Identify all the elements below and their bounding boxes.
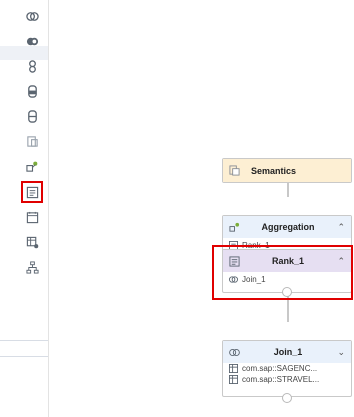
calendar-icon[interactable] — [24, 209, 40, 225]
palette-divider — [0, 356, 48, 357]
aggregation-header[interactable]: Aggregation ⌃ — [223, 216, 351, 238]
join-input-label: com.sap::STRAVEL... — [242, 375, 320, 384]
join-stack-icon[interactable] — [24, 58, 40, 74]
node-palette — [0, 0, 49, 417]
view-icon[interactable] — [24, 133, 40, 149]
hierarchy-icon[interactable] — [24, 259, 40, 275]
join-title: Join_1 — [273, 347, 303, 357]
semantics-icon — [229, 165, 241, 177]
palette-divider — [0, 340, 48, 341]
rank-icon[interactable] — [21, 181, 43, 203]
semantics-header[interactable]: Semantics — [223, 159, 351, 182]
join-input-port[interactable] — [282, 393, 292, 403]
database-icon[interactable] — [24, 83, 40, 99]
semantics-title: Semantics — [251, 165, 297, 176]
union-icon — [229, 346, 241, 358]
union-icon[interactable] — [24, 8, 40, 24]
chevron-down-icon[interactable]: ⌄ — [335, 347, 345, 358]
join-header[interactable]: Join_1 ⌄ — [223, 341, 351, 363]
rank-node-highlight — [212, 245, 353, 300]
table-icon — [229, 375, 238, 384]
aggregation-icon[interactable] — [24, 158, 40, 174]
table-function-icon[interactable] — [24, 234, 40, 250]
chevron-up-icon[interactable]: ⌃ — [335, 222, 345, 233]
aggregation-icon — [229, 221, 241, 233]
join-node[interactable]: Join_1 ⌄ com.sap::SAGENC... com.sap::STR… — [222, 340, 352, 397]
aggregation-title: Aggregation — [261, 222, 315, 232]
intersect-icon[interactable] — [24, 33, 40, 49]
join-input-row[interactable]: com.sap::SAGENC... — [223, 363, 351, 374]
join-input-label: com.sap::SAGENC... — [242, 364, 318, 373]
table-icon — [229, 364, 238, 373]
semantics-node[interactable]: Semantics — [222, 158, 352, 183]
join-input-row[interactable]: com.sap::STRAVEL... — [223, 374, 351, 385]
minus-icon[interactable] — [24, 108, 40, 124]
connector-line — [287, 182, 289, 197]
